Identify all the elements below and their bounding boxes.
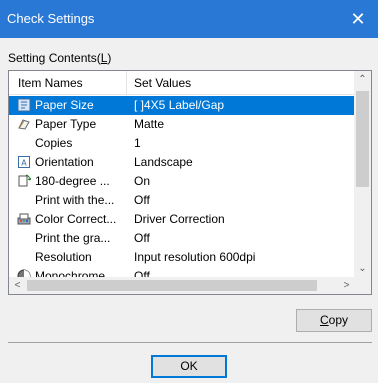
column-header-set-values[interactable]: Set Values (127, 71, 355, 95)
column-header-item-names[interactable]: Item Names (9, 71, 127, 95)
item-name-cell: Copies (9, 134, 127, 153)
orientation-icon: A (17, 155, 31, 169)
label-prefix: Setting Contents( (8, 51, 101, 65)
paper-size-icon (17, 98, 31, 112)
table-row[interactable]: Copies 1 (9, 134, 355, 153)
set-value-cell: Matte (134, 117, 165, 131)
table-row[interactable]: Resolution Input resolution 600dpi (9, 248, 355, 267)
set-value-cell: On (134, 174, 151, 188)
copy-button[interactable]: Copy (296, 309, 372, 332)
item-name-cell: Color Correct... (9, 210, 127, 229)
scroll-right-icon[interactable]: > (338, 277, 355, 294)
copy-accesskey: C (319, 313, 329, 327)
list-header: Item Names Set Values (9, 71, 355, 95)
table-row[interactable]: Print with the... Off (9, 191, 355, 210)
item-name-cell: Print with the... (9, 191, 127, 210)
paper-type-icon (17, 117, 31, 131)
vertical-scrollbar[interactable]: ⌃ ⌄ (354, 71, 371, 277)
item-name-text: Color Correct... (35, 212, 117, 226)
set-value-cell: Driver Correction (134, 212, 225, 226)
horizontal-scroll-thumb[interactable] (27, 280, 317, 291)
item-name-text: Copies (35, 136, 73, 150)
table-row[interactable]: Paper Size [ ]4X5 Label/Gap (9, 96, 355, 115)
table-row[interactable]: A Orientation Landscape (9, 153, 355, 172)
item-name-cell: Print the gra... (9, 229, 127, 248)
item-name-cell: Paper Size (9, 96, 127, 115)
vertical-scroll-thumb[interactable] (356, 91, 369, 187)
item-name-text: Paper Type (35, 117, 97, 131)
svg-text:A: A (21, 159, 27, 168)
close-icon[interactable]: ✕ (338, 0, 378, 38)
rotate-icon (17, 174, 32, 188)
table-row[interactable]: Print the gra... Off (9, 229, 355, 248)
item-name-cell: 180-degree ... (9, 172, 127, 191)
set-value-cell: Off (134, 193, 150, 207)
set-value-cell: Landscape (134, 155, 193, 169)
scrollbar-corner (354, 277, 371, 294)
title-bar: Check Settings ✕ (0, 0, 378, 38)
scroll-down-icon[interactable]: ⌄ (354, 260, 371, 277)
ok-button[interactable]: OK (151, 355, 227, 378)
horizontal-scrollbar[interactable]: < > (9, 277, 355, 294)
item-name-text: Print the gra... (35, 231, 111, 245)
item-name-cell: Resolution (9, 248, 127, 267)
setting-contents-label: Setting Contents(L) (8, 51, 111, 65)
item-name-text: Print with the... (35, 193, 115, 207)
table-row[interactable]: 180-degree ... On (9, 172, 355, 191)
table-row[interactable]: Color Correct... Driver Correction (9, 210, 355, 229)
list-rows: Paper Size [ ]4X5 Label/Gap Paper Type Matt… (9, 96, 355, 278)
item-name-text: Paper Size (35, 98, 94, 112)
item-name-text: Resolution (35, 250, 92, 264)
scroll-up-icon[interactable]: ⌃ (354, 71, 371, 88)
window-title: Check Settings (7, 11, 95, 26)
item-name-text: 180-degree ... (35, 174, 110, 188)
item-name-text: Orientation (35, 155, 94, 169)
set-value-cell: [ ]4X5 Label/Gap (134, 98, 225, 112)
set-value-cell: 1 (134, 136, 141, 150)
set-value-cell: Off (134, 231, 150, 245)
divider (8, 342, 372, 343)
copy-label-rest: opy (328, 313, 349, 327)
scroll-left-icon[interactable]: < (9, 277, 26, 294)
color-correction-icon (17, 212, 31, 226)
set-value-cell: Input resolution 600dpi (134, 250, 256, 264)
settings-list[interactable]: Item Names Set Values Paper Size [ ]4X5 L… (8, 70, 372, 295)
table-row[interactable]: Paper Type Matte (9, 115, 355, 134)
label-suffix: ) (107, 51, 112, 65)
item-name-cell: Paper Type (9, 115, 127, 134)
item-name-cell: A Orientation (9, 153, 127, 172)
